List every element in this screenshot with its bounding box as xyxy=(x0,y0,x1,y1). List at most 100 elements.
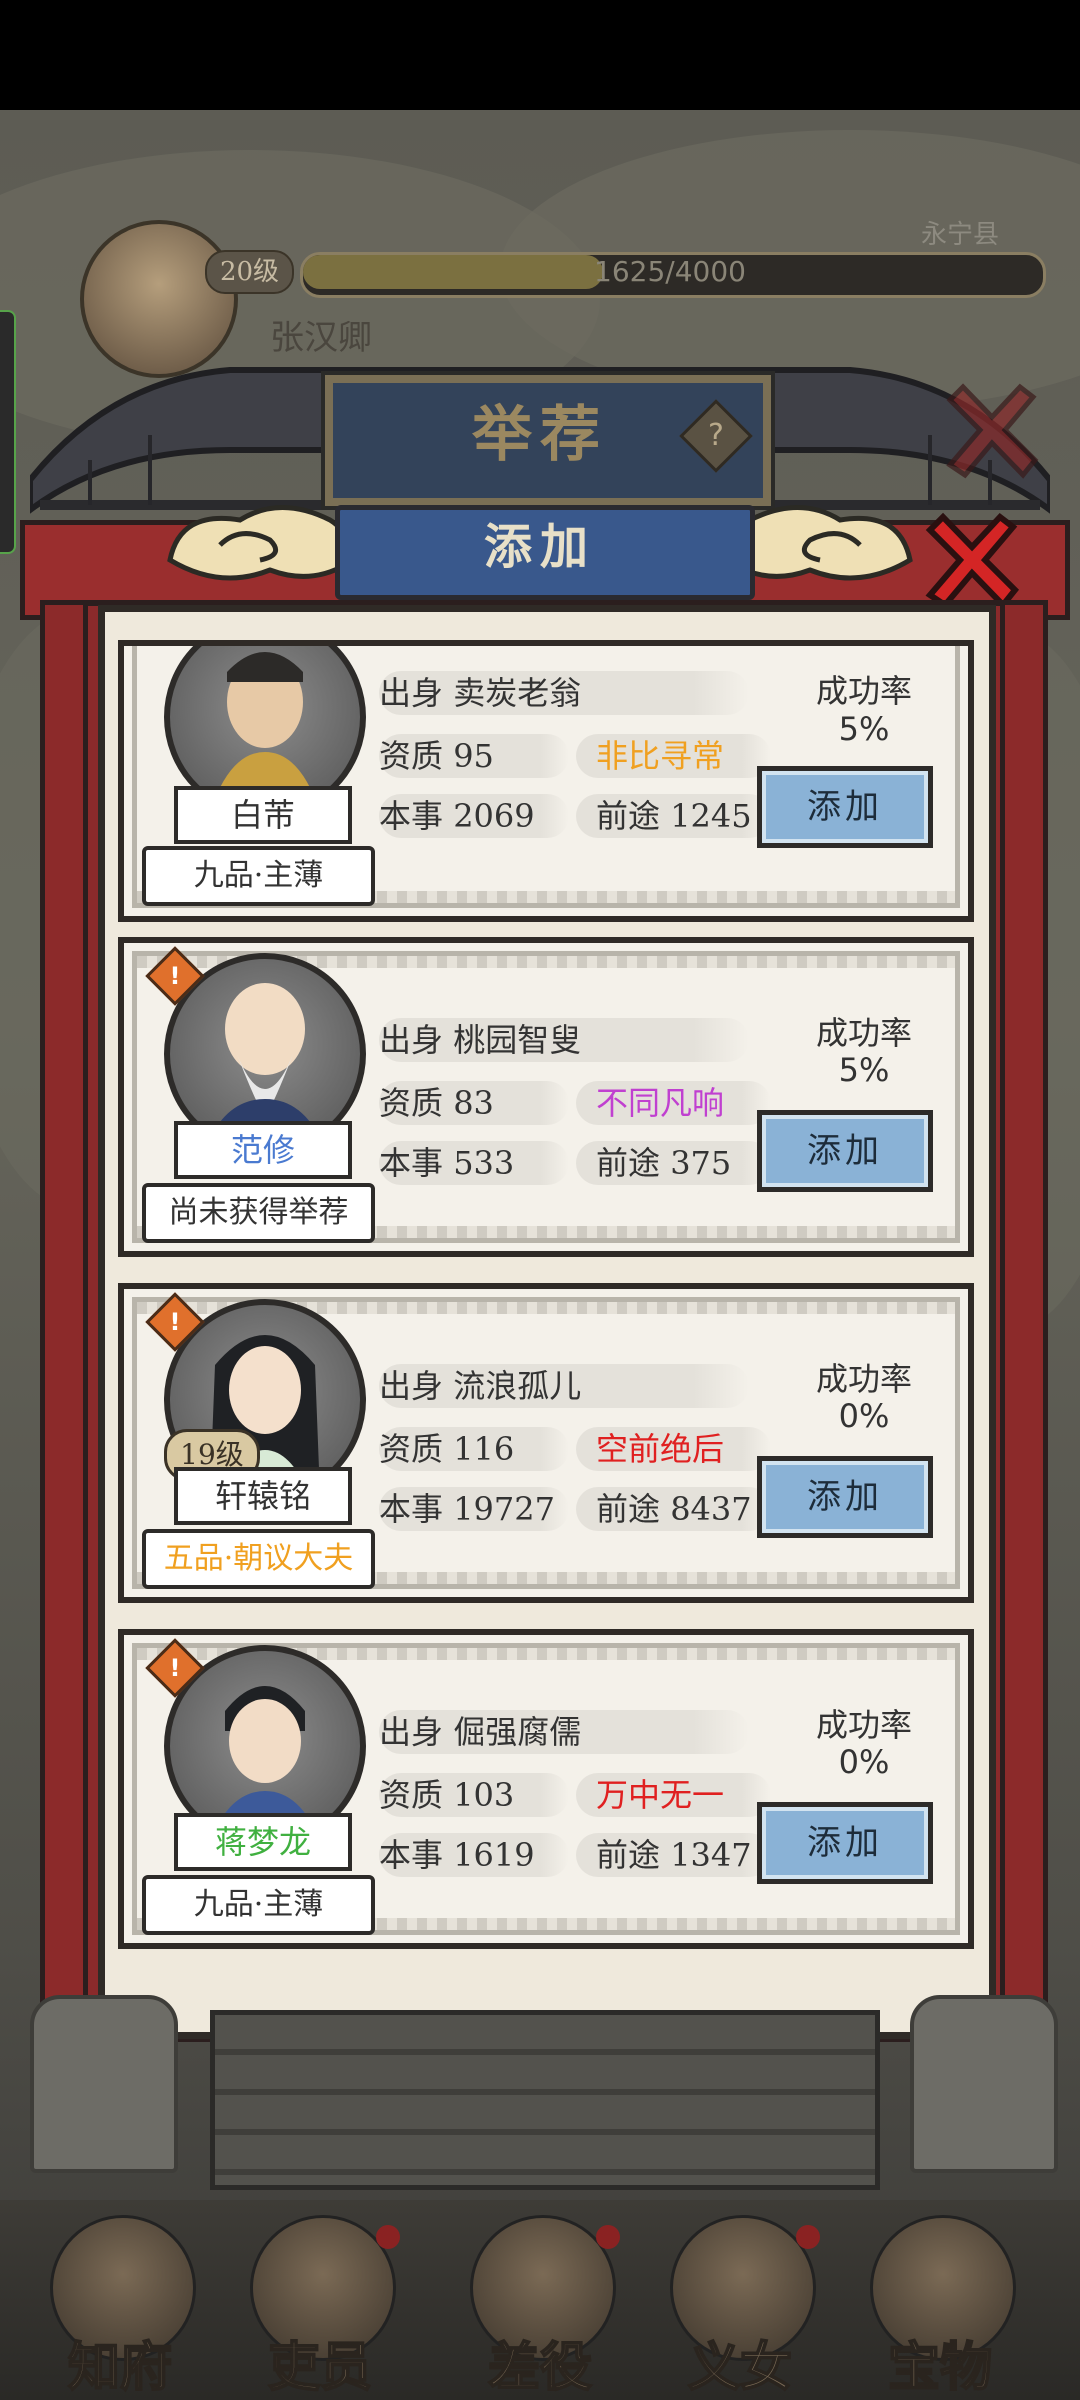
origin-row: 出身 倔强腐儒 xyxy=(379,1710,749,1754)
origin-label: 出身 xyxy=(379,1367,444,1405)
stone-lion-right xyxy=(910,1995,1058,2173)
add-button[interactable]: 添加 xyxy=(757,766,933,848)
nav-item-daughters[interactable]: 义女 xyxy=(650,2215,830,2400)
grade-label: 不同凡响 xyxy=(576,1081,771,1125)
prospect-stat: 前途 375 xyxy=(576,1141,771,1185)
status-bar xyxy=(0,0,1080,110)
prospect-stat: 前途 1245 xyxy=(576,794,771,838)
skill-label: 本事 xyxy=(379,1490,444,1528)
candidate-rank: 九品·主薄 xyxy=(142,1875,375,1935)
aptitude-label: 资质 xyxy=(379,1084,444,1122)
origin-value: 桃园智叟 xyxy=(453,1021,582,1059)
candidate-name: 范修 xyxy=(174,1121,352,1179)
candidate-name: 白芾 xyxy=(174,786,352,844)
grade-label: 空前绝后 xyxy=(576,1427,771,1471)
success-rate-label: 成功率 xyxy=(815,672,912,710)
prospect-value: 1245 xyxy=(670,797,752,835)
nav-item-runners[interactable]: 差役 xyxy=(450,2215,630,2400)
origin-row: 出身 流浪孤儿 xyxy=(379,1364,749,1408)
success-rate-label: 成功率 xyxy=(815,1706,912,1744)
prospect-label: 前途 xyxy=(596,1490,661,1528)
county-label: 永宁县 xyxy=(920,220,999,250)
aptitude-label: 资质 xyxy=(379,737,444,775)
prospect-stat: 前途 8437 xyxy=(576,1487,771,1531)
nav-item-treasures[interactable]: 宝物 xyxy=(850,2215,1030,2400)
candidate-rank: 五品·朝议大夫 xyxy=(142,1529,375,1589)
skill-label: 本事 xyxy=(379,1144,444,1182)
notification-dot-icon xyxy=(376,2225,400,2249)
stairs xyxy=(210,2010,880,2190)
notification-dot-icon xyxy=(796,2225,820,2249)
skill-value: 533 xyxy=(453,1144,515,1182)
aptitude-stat: 资质 95 xyxy=(379,734,569,778)
nav-label: 差役 xyxy=(487,2336,593,2399)
dialog-subtitle: 添加 xyxy=(483,519,596,575)
notification-dot-icon xyxy=(596,2225,620,2249)
nav-item-prefect[interactable]: 知府 xyxy=(30,2215,210,2400)
add-button[interactable]: 添加 xyxy=(757,1110,933,1192)
origin-value: 流浪孤儿 xyxy=(453,1367,582,1405)
origin-row: 出身 卖炭老翁 xyxy=(379,671,749,715)
aptitude-stat: 资质 103 xyxy=(379,1773,569,1817)
skill-label: 本事 xyxy=(379,797,444,835)
prospect-label: 前途 xyxy=(596,1836,661,1874)
success-rate-label: 成功率 xyxy=(815,1014,912,1052)
aptitude-value: 95 xyxy=(453,737,494,775)
add-button[interactable]: 添加 xyxy=(757,1802,933,1884)
origin-label: 出身 xyxy=(379,674,444,712)
candidate-card: ! 19级 轩辕铭 五品·朝议大夫 出身 流浪孤儿 资质 116 空前绝后 本事… xyxy=(118,1283,974,1603)
aptitude-stat: 资质 116 xyxy=(379,1427,569,1471)
close-x-icon[interactable] xyxy=(915,505,1025,615)
nav-label: 义女 xyxy=(687,2336,793,2399)
close-x-icon[interactable] xyxy=(935,375,1045,485)
skill-stat: 本事 1619 xyxy=(379,1833,569,1877)
player-level: 20级 xyxy=(205,250,294,294)
nav-label: 吏员 xyxy=(267,2336,373,2399)
nav-label: 知府 xyxy=(67,2336,173,2399)
candidate-card: 白芾 九品·主薄 出身 卖炭老翁 资质 95 非比寻常 本事 2069 前途 1… xyxy=(118,640,974,922)
nav-item-clerks[interactable]: 吏员 xyxy=(230,2215,410,2400)
skill-stat: 本事 2069 xyxy=(379,794,569,838)
skill-value: 2069 xyxy=(453,797,535,835)
success-rate-value: 5% xyxy=(838,710,890,748)
prospect-value: 8437 xyxy=(670,1490,752,1528)
candidate-rank: 尚未获得举荐 xyxy=(142,1183,375,1243)
success-rate-value: 0% xyxy=(838,1397,890,1435)
origin-value: 卖炭老翁 xyxy=(453,674,582,712)
aptitude-value: 103 xyxy=(453,1776,515,1814)
stone-lion-left xyxy=(30,1995,178,2173)
candidate-name: 轩辕铭 xyxy=(174,1467,352,1525)
candidate-name: 蒋梦龙 xyxy=(174,1813,352,1871)
success-rate-label: 成功率 xyxy=(815,1360,912,1398)
aptitude-value: 116 xyxy=(453,1430,515,1468)
prospect-value: 375 xyxy=(670,1144,732,1182)
exp-text: 1625/4000 xyxy=(594,255,746,288)
origin-label: 出身 xyxy=(379,1713,444,1751)
pillar-right xyxy=(1000,600,1048,2030)
origin-value: 倔强腐儒 xyxy=(453,1713,582,1751)
aptitude-label: 资质 xyxy=(379,1776,444,1814)
add-button[interactable]: 添加 xyxy=(757,1456,933,1538)
prospect-label: 前途 xyxy=(596,797,661,835)
candidate-rank: 九品·主薄 xyxy=(142,846,375,906)
candidate-card: ! 蒋梦龙 九品·主薄 出身 倔强腐儒 资质 103 万中无一 本事 1619 … xyxy=(118,1629,974,1949)
aptitude-label: 资质 xyxy=(379,1430,444,1468)
cloud-ornament-left xyxy=(167,505,351,581)
prospect-label: 前途 xyxy=(596,1144,661,1182)
pillar-left xyxy=(40,600,88,2030)
skill-value: 19727 xyxy=(453,1490,555,1528)
success-rate-value: 0% xyxy=(838,1743,890,1781)
origin-row: 出身 桃园智叟 xyxy=(379,1018,749,1062)
grade-label: 非比寻常 xyxy=(576,734,771,778)
aptitude-value: 83 xyxy=(453,1084,494,1122)
success-rate-value: 5% xyxy=(838,1051,890,1089)
origin-label: 出身 xyxy=(379,1021,444,1059)
skill-value: 1619 xyxy=(453,1836,535,1874)
candidate-card: ! 范修 尚未获得举荐 出身 桃园智叟 资质 83 不同凡响 本事 533 前途… xyxy=(118,937,974,1257)
aptitude-stat: 资质 83 xyxy=(379,1081,569,1125)
skill-label: 本事 xyxy=(379,1836,444,1874)
nav-label: 宝物 xyxy=(887,2336,993,2399)
grade-label: 万中无一 xyxy=(576,1773,771,1817)
skill-stat: 本事 19727 xyxy=(379,1487,569,1531)
side-handle[interactable] xyxy=(0,310,16,554)
